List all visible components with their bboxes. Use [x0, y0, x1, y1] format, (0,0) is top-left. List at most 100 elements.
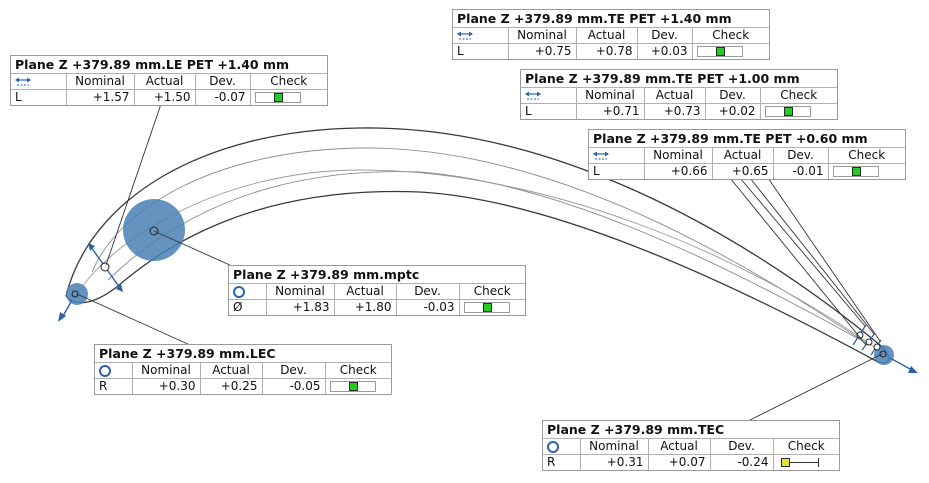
- nominal-value: +0.31: [580, 454, 649, 470]
- tec-leader-line: [747, 353, 883, 422]
- table-row: L +0.75 +0.78 +0.03: [453, 43, 769, 59]
- tec-callout: Plane Z +379.89 mm.TEC Nominal Actual De…: [542, 420, 840, 471]
- te-direction-arrow-icon: [908, 366, 918, 373]
- callout-title: Plane Z +379.89 mm.LE PET +1.40 mm: [11, 56, 327, 74]
- column-header-check: Check: [760, 88, 837, 104]
- table-header-row: Nominal Actual Dev. Check: [521, 88, 837, 104]
- table-row: L +1.57 +1.50 -0.07: [11, 89, 327, 105]
- check-indicator: [254, 92, 301, 103]
- lec-leader-line: [76, 293, 191, 346]
- actual-value: +0.73: [644, 103, 706, 119]
- row-label: Ø: [229, 299, 267, 315]
- table-header-row: Nominal Actual Dev. Check: [11, 74, 327, 90]
- nominal-value: +0.75: [508, 43, 577, 59]
- actual-value: +0.65: [712, 163, 774, 179]
- nominal-value: +1.83: [266, 299, 335, 315]
- actual-value: +0.78: [576, 43, 638, 59]
- column-header-check: Check: [325, 363, 391, 379]
- nominal-value: +0.66: [644, 163, 713, 179]
- te-pet-point-icon: [865, 338, 873, 346]
- actual-value: +1.80: [334, 299, 397, 315]
- row-label: L: [521, 103, 577, 119]
- actual-value: +1.50: [134, 89, 196, 105]
- column-header-dev: Dev.: [396, 284, 460, 300]
- le-pet-callout: Plane Z +379.89 mm.LE PET +1.40 mm Nomin…: [10, 55, 328, 106]
- callout-title: Plane Z +379.89 mm.TE PET +1.40 mm: [453, 10, 769, 28]
- check-indicator: [463, 302, 510, 313]
- lec-callout: Plane Z +379.89 mm.LEC Nominal Actual De…: [94, 344, 392, 395]
- nominal-value: +1.57: [66, 89, 135, 105]
- check-indicator: [696, 46, 743, 57]
- deviation-value: -0.24: [710, 454, 774, 470]
- deviation-value: -0.01: [773, 163, 829, 179]
- column-header-dev: Dev.: [195, 74, 251, 90]
- check-indicator: [764, 106, 811, 117]
- row-label: L: [589, 163, 645, 179]
- column-header-check: Check: [692, 28, 769, 44]
- width-arrows-icon: [11, 74, 67, 90]
- measurement-table: Nominal Actual Dev. Check L +0.66 +0.65 …: [589, 148, 905, 179]
- measurement-table: Nominal Actual Dev. Check R +0.31 +0.07 …: [543, 439, 839, 470]
- airfoil-camber-line: [75, 169, 885, 355]
- column-header-actual: Actual: [576, 28, 638, 44]
- row-label: L: [11, 89, 67, 105]
- table-row: L +0.66 +0.65 -0.01: [589, 163, 905, 179]
- measurement-table: Nominal Actual Dev. Check L +0.71 +0.73 …: [521, 88, 837, 119]
- circle-icon: [99, 364, 111, 377]
- table-header-row: Nominal Actual Dev. Check: [543, 439, 839, 455]
- te100-leader-line: [749, 177, 875, 335]
- callout-title: Plane Z +379.89 mm.TEC: [543, 421, 839, 439]
- column-header-check: Check: [459, 284, 525, 300]
- table-header-row: Nominal Actual Dev. Check: [589, 148, 905, 164]
- check-indicator: [777, 457, 824, 468]
- le-pet-arrow-icon: [88, 243, 95, 251]
- measurement-table: Nominal Actual Dev. Check R +0.30 +0.25 …: [95, 363, 391, 394]
- callout-title: Plane Z +379.89 mm.TE PET +0.60 mm: [589, 130, 905, 148]
- actual-value: +0.07: [648, 454, 711, 470]
- te060-callout: Plane Z +379.89 mm.TE PET +0.60 mm Nomin…: [588, 129, 906, 180]
- measurement-table: Nominal Actual Dev. Check Ø +1.83 +1.80 …: [229, 284, 525, 315]
- measurement-table: Nominal Actual Dev. Check L +0.75 +0.78 …: [453, 28, 769, 59]
- table-row: L +0.71 +0.73 +0.02: [521, 103, 837, 119]
- te140-leader-line: [739, 177, 866, 327]
- column-header-check: Check: [250, 74, 327, 90]
- column-header-dev: Dev.: [773, 148, 829, 164]
- column-header-actual: Actual: [644, 88, 706, 104]
- le-pet-point-icon: [100, 262, 110, 272]
- actual-value: +0.25: [200, 378, 263, 394]
- measurement-table: Nominal Actual Dev. Check L +1.57 +1.50 …: [11, 74, 327, 105]
- column-header-actual: Actual: [134, 74, 196, 90]
- nominal-value: +0.71: [576, 103, 645, 119]
- check-indicator: [832, 166, 879, 177]
- column-header-check: Check: [773, 439, 839, 455]
- table-row: R +0.30 +0.25 -0.05: [95, 378, 391, 394]
- column-header-nominal: Nominal: [266, 284, 335, 300]
- table-row: R +0.31 +0.07 -0.24: [543, 454, 839, 470]
- column-header-nominal: Nominal: [66, 74, 135, 90]
- circle-icon: [233, 285, 245, 298]
- table-row: Ø +1.83 +1.80 -0.03: [229, 299, 525, 315]
- column-header-nominal: Nominal: [132, 363, 201, 379]
- column-header-actual: Actual: [712, 148, 774, 164]
- deviation-value: +0.02: [705, 103, 761, 119]
- width-arrows-icon: [589, 148, 645, 164]
- mptc-callout: Plane Z +379.89 mm.mptc Nominal Actual D…: [228, 265, 526, 316]
- column-header-nominal: Nominal: [580, 439, 649, 455]
- column-header-dev: Dev.: [637, 28, 693, 44]
- deviation-value: -0.03: [396, 299, 460, 315]
- te060-leader-line: [767, 177, 881, 342]
- column-header-nominal: Nominal: [644, 148, 713, 164]
- te100-callout: Plane Z +379.89 mm.TE PET +1.00 mm Nomin…: [520, 69, 838, 120]
- deviation-value: -0.05: [262, 378, 326, 394]
- te-pet-point-icon: [873, 343, 881, 351]
- width-arrows-icon: [521, 88, 577, 104]
- column-header-actual: Actual: [648, 439, 711, 455]
- column-header-nominal: Nominal: [508, 28, 577, 44]
- width-arrows-icon: [453, 28, 509, 44]
- column-header-actual: Actual: [200, 363, 263, 379]
- callout-title: Plane Z +379.89 mm.TE PET +1.00 mm: [521, 70, 837, 88]
- callout-title: Plane Z +379.89 mm.LEC: [95, 345, 391, 363]
- nominal-value: +0.30: [132, 378, 201, 394]
- te140-callout: Plane Z +379.89 mm.TE PET +1.40 mm Nomin…: [452, 9, 770, 60]
- column-header-dev: Dev.: [705, 88, 761, 104]
